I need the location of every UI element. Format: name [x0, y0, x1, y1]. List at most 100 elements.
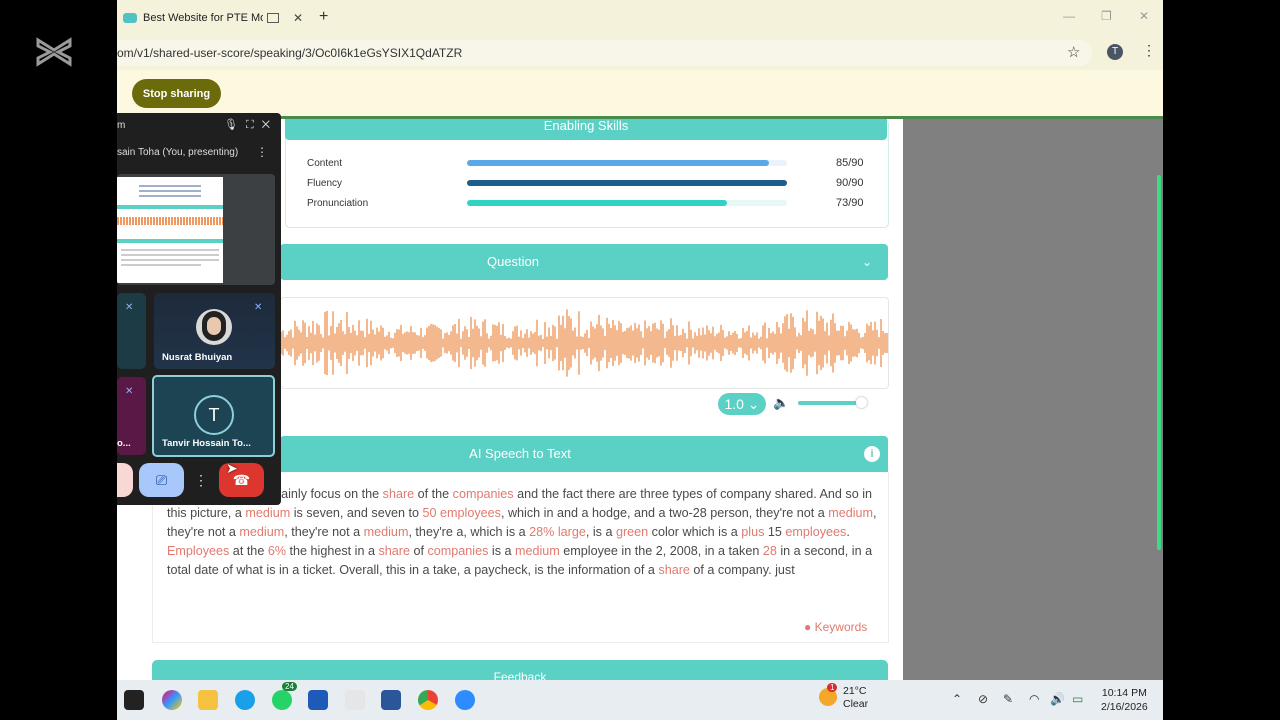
task-view-icon[interactable]: [124, 690, 144, 710]
minimize-icon[interactable]: —: [1063, 9, 1075, 23]
browser-tab[interactable]: Best Website for PTE Mock ✕: [117, 4, 317, 32]
chrome-icon[interactable]: [418, 690, 438, 710]
volume-icon[interactable]: 🔈: [773, 395, 789, 411]
keyword-highlight: 6%: [267, 544, 287, 558]
profile-avatar[interactable]: T: [1107, 44, 1123, 60]
keyword-highlight: 28% large: [529, 525, 586, 539]
clock-time: 10:14 PM: [1101, 687, 1147, 699]
participant-tile-partial-2[interactable]: ✕ o...: [117, 377, 146, 455]
file-explorer-icon[interactable]: [198, 690, 218, 710]
word-icon[interactable]: [381, 690, 401, 710]
participant-name: Tanvir Hossain To...: [162, 438, 251, 449]
mic-off-icon: ✕: [125, 386, 134, 397]
whatsapp-icon[interactable]: 24: [272, 682, 297, 710]
mic-off-icon: ✕: [254, 302, 263, 313]
presentation-thumbnail[interactable]: [117, 174, 275, 285]
volume-fill: [798, 401, 861, 405]
skill-bar: [467, 160, 787, 166]
keyword-highlight: Employees: [167, 544, 230, 558]
meet-title: m: [117, 120, 126, 131]
weather-desc: Clear: [843, 698, 869, 710]
meet-partial-button[interactable]: [117, 463, 133, 497]
store-icon[interactable]: [308, 690, 328, 710]
enabling-skills-title: Enabling Skills: [285, 119, 887, 140]
transcript-segment: , is a: [585, 525, 616, 539]
screen-share-bar: Stop sharing: [117, 70, 1163, 116]
screen-share-indicator-icon: [267, 13, 279, 23]
participant-tile-partial[interactable]: ✕: [117, 293, 146, 369]
tab-close-icon[interactable]: ✕: [293, 11, 303, 25]
keyword-highlight: medium: [515, 544, 560, 558]
skill-bar: [467, 180, 787, 186]
capcut-logo-icon: [36, 37, 72, 67]
page-margin: [903, 119, 1163, 680]
transcript-segment: is a: [488, 544, 515, 558]
keyword-highlight: 28: [762, 544, 777, 558]
zoom-icon[interactable]: [455, 690, 475, 710]
participant-photo: [196, 309, 232, 345]
feedback-header[interactable]: Feedback: [152, 660, 888, 684]
browser-menu-icon[interactable]: ⋮: [1142, 42, 1156, 59]
system-clock[interactable]: 10:14 PM 2/16/2026: [1101, 686, 1148, 714]
presentation-menu-icon[interactable]: ⋮: [256, 145, 268, 159]
skill-bar: [467, 200, 787, 206]
speaker-icon[interactable]: 🔊: [1050, 692, 1065, 706]
keyword-highlight: share: [658, 563, 690, 577]
skill-score: 90/90: [836, 177, 864, 189]
screen: Best Website for PTE Mock ✕ + — ❐ ✕ om/v…: [117, 0, 1163, 720]
keyword-highlight: medium: [239, 525, 285, 539]
participant-tile-tanvir[interactable]: T Tanvir Hossain To...: [152, 375, 275, 457]
meet-panel: m 🎙⛶✕ sain Toha (You, presenting) ⋮ ✕ ✕ …: [117, 113, 281, 505]
wifi-icon[interactable]: ◠: [1029, 692, 1039, 706]
new-tab-button[interactable]: +: [319, 8, 328, 26]
copilot-icon[interactable]: [162, 690, 182, 710]
question-label: Question: [486, 254, 540, 269]
keywords-label: Keywords: [814, 620, 868, 634]
taskbar: 24 1 21°C Clear ⌃ ⊘ ✎ ◠ 🔊 ▭ 10:14 PM 2/1…: [117, 680, 1163, 720]
transcript-segment: the highest in a: [286, 544, 379, 558]
chevron-up-icon[interactable]: ⌃: [952, 692, 962, 706]
mic-icon[interactable]: 🎙: [224, 119, 246, 131]
edge-icon[interactable]: [235, 690, 255, 710]
volume-slider[interactable]: [798, 397, 867, 408]
ai-speech-title: AI Speech to Text: [469, 446, 571, 461]
sync-off-icon[interactable]: ⊘: [978, 692, 988, 706]
keyword-highlight: employees: [785, 525, 847, 539]
pen-icon[interactable]: ✎: [1003, 692, 1013, 706]
playback-speed-button[interactable]: 1.0 ⌄: [718, 393, 766, 415]
weather-badge: 1: [827, 683, 838, 692]
keyword-highlight: medium: [245, 506, 291, 520]
restore-icon[interactable]: ❐: [1101, 9, 1112, 23]
transcript-segment: is seven, and seven to: [290, 506, 423, 520]
mouse-cursor-icon: ➤: [226, 460, 238, 476]
meet-close-icon[interactable]: ✕: [262, 119, 278, 131]
weather-temp: 21°C: [843, 685, 867, 697]
participant-avatar: T: [194, 395, 234, 435]
transcript-segment: employee in the 2, 2008, in a taken: [559, 544, 763, 558]
transcript-segment: 15: [764, 525, 786, 539]
present-screen-icon[interactable]: ⎚: [139, 463, 184, 497]
weather-icon[interactable]: 1: [819, 683, 838, 706]
weather-widget[interactable]: 21°C Clear: [843, 685, 868, 711]
transcript-segment: at the: [229, 544, 268, 558]
keyword-highlight: medium: [828, 506, 874, 520]
snipping-tool-icon[interactable]: [345, 690, 365, 710]
waveform-graphic: [281, 309, 888, 377]
skill-bar-fill: [467, 160, 770, 166]
scrollbar[interactable]: [1157, 175, 1161, 550]
volume-knob[interactable]: [855, 397, 867, 408]
address-bar[interactable]: om/v1/shared-user-score/speaking/3/Oc0I6…: [117, 40, 1092, 66]
battery-icon[interactable]: ▭: [1072, 692, 1083, 706]
stop-sharing-button[interactable]: Stop sharing: [132, 79, 221, 108]
bookmark-star-icon[interactable]: ☆: [1067, 40, 1080, 66]
ai-speech-header: AI Speech to Text i: [280, 436, 888, 472]
more-options-icon[interactable]: ⋮: [192, 463, 210, 497]
question-toggle[interactable]: Question ⌄: [280, 244, 888, 280]
chevron-down-icon: ⌄: [861, 255, 872, 269]
participant-tile-nusrat[interactable]: ✕ Nusrat Bhuiyan: [154, 293, 275, 369]
audio-waveform[interactable]: [280, 297, 889, 389]
skill-label: Fluency: [307, 178, 343, 189]
expand-icon[interactable]: ⛶: [246, 119, 262, 131]
info-icon[interactable]: i: [864, 446, 880, 462]
window-close-icon[interactable]: ✕: [1139, 9, 1149, 23]
